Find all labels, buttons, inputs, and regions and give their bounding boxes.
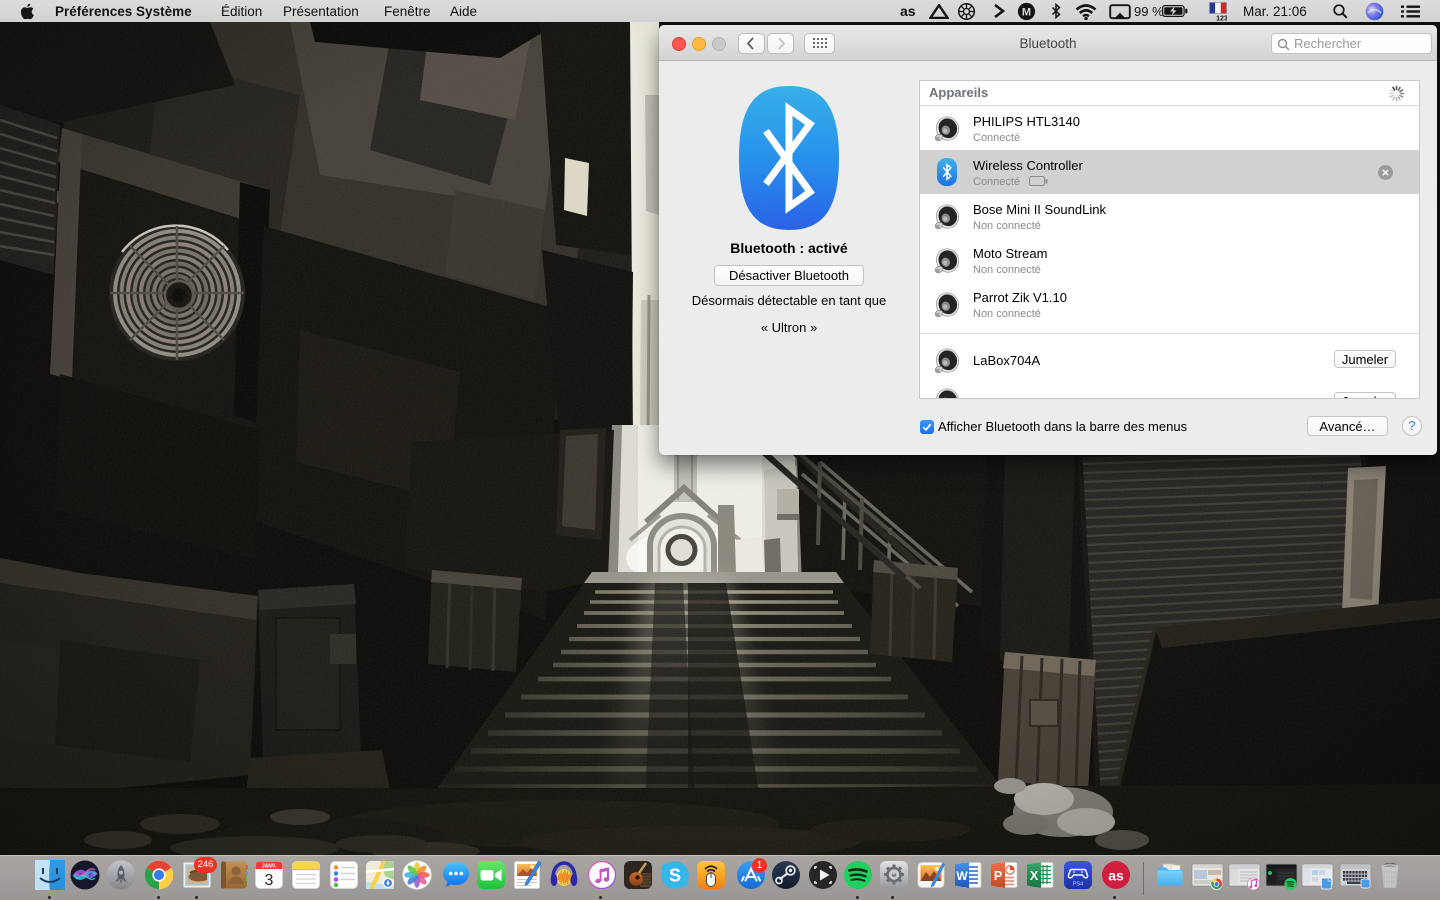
svg-text:JANV.: JANV. bbox=[261, 863, 276, 869]
svg-text:X: X bbox=[1030, 869, 1039, 883]
svg-text:P: P bbox=[994, 869, 1002, 883]
svg-text:W: W bbox=[956, 869, 968, 883]
svg-text:S: S bbox=[669, 866, 681, 886]
svg-text:3: 3 bbox=[264, 872, 273, 889]
svg-text:123: 123 bbox=[1216, 16, 1227, 22]
svg-text:M: M bbox=[1022, 7, 1031, 19]
svg-text:PS4: PS4 bbox=[1073, 882, 1083, 888]
svg-text:as: as bbox=[1108, 868, 1124, 884]
